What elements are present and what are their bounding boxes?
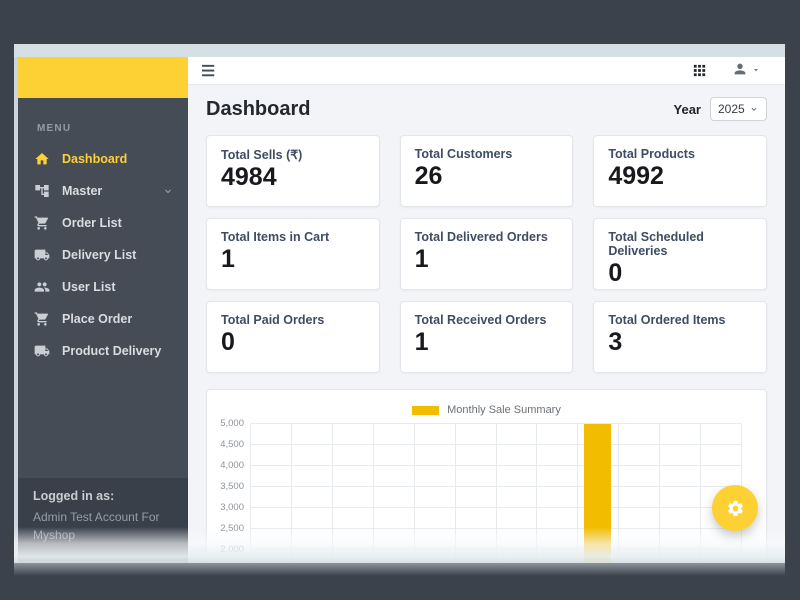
person-icon <box>732 61 748 80</box>
y-axis-tick-label: 3,000 <box>220 502 244 513</box>
app-window: MENU Dashboard Master Order List Deliver… <box>14 44 785 563</box>
apps-grid-icon <box>693 64 706 77</box>
apps-grid-button[interactable] <box>687 58 712 83</box>
y-axis-tick-label: 2,000 <box>220 544 244 555</box>
topbar <box>188 57 785 85</box>
sidebar: MENU Dashboard Master Order List Deliver… <box>18 57 188 563</box>
year-select[interactable]: 2025 <box>710 97 767 121</box>
y-axis-tick-label: 2,500 <box>220 523 244 534</box>
truck-icon <box>33 247 50 264</box>
stat-cards-grid: Total Sells (₹) 4984 Total Customers 26 … <box>206 135 767 373</box>
year-select-value: 2025 <box>718 102 745 116</box>
stat-card-value: 0 <box>608 259 623 287</box>
stat-card-ordered-items: Total Ordered Items 3 <box>593 301 767 373</box>
gridline <box>250 465 741 466</box>
sidebar-item-product-delivery[interactable]: Product Delivery <box>18 335 188 367</box>
stat-card-value: 1 <box>221 245 235 273</box>
stat-card-total-products: Total Products 4992 <box>593 135 767 207</box>
sidebar-item-dashboard[interactable]: Dashboard <box>18 143 188 175</box>
sidebar-item-place-order[interactable]: Place Order <box>18 303 188 335</box>
sidebar-item-order-list[interactable]: Order List <box>18 207 188 239</box>
user-menu-button[interactable] <box>728 57 765 84</box>
hamburger-icon <box>202 64 215 76</box>
chart-legend[interactable]: Monthly Sale Summary <box>207 404 766 416</box>
page-title: Dashboard <box>206 98 311 120</box>
year-label: Year <box>673 101 701 117</box>
stat-card-title: Total Ordered Items <box>608 313 726 327</box>
brand-logo-block[interactable] <box>18 57 188 98</box>
desktop-background: MENU Dashboard Master Order List Deliver… <box>0 0 800 600</box>
stat-card-title: Total Sells (₹) <box>221 148 303 162</box>
y-axis-tick-label: 3,500 <box>220 481 244 492</box>
chevron-down-icon <box>162 185 174 197</box>
truck-icon <box>33 343 50 360</box>
sidebar-item-label: Order List <box>62 216 122 230</box>
stat-card-value: 1 <box>414 245 429 273</box>
stat-card-delivered-orders: Total Delivered Orders 1 <box>399 218 574 290</box>
stat-card-title: Total Items in Cart <box>221 230 330 244</box>
caret-down-icon <box>751 63 761 78</box>
stat-card-scheduled-deliveries: Total Scheduled Deliveries 0 <box>593 218 767 290</box>
stat-card-title: Total Customers <box>414 147 513 161</box>
logged-in-account: Myshop <box>33 528 76 543</box>
stat-card-value: 0 <box>221 328 235 356</box>
stat-card-value: 4984 <box>221 163 277 191</box>
users-icon <box>33 279 50 296</box>
chart-plot-area: 5,000 4,500 4,000 3,500 3,000 2,500 2,000 <box>220 418 742 563</box>
stat-card-title: Total Paid Orders <box>221 313 325 327</box>
chevron-down-icon <box>751 107 757 111</box>
sidebar-item-master[interactable]: Master <box>18 175 188 207</box>
legend-label: Monthly Sale Summary <box>447 404 561 416</box>
stat-card-title: Total Products <box>608 147 695 161</box>
sidebar-item-label: Dashboard <box>62 152 128 166</box>
menu-toggle-button[interactable] <box>197 60 221 82</box>
sidebar-item-label: Master <box>62 184 103 198</box>
y-axis-tick-label: 4,000 <box>220 460 244 471</box>
logged-in-panel: Logged in as: Admin Test Account For Mys… <box>18 477 188 563</box>
gridline <box>250 423 741 424</box>
window-bottom-glow <box>14 561 785 576</box>
menu-section-label: MENU <box>37 123 72 134</box>
sidebar-nav: Dashboard Master Order List Delivery Lis… <box>18 143 188 367</box>
stat-card-title: Total Delivered Orders <box>414 230 548 244</box>
gridline <box>250 507 741 508</box>
stat-card-total-sells: Total Sells (₹) 4984 <box>206 135 380 207</box>
stat-card-title: Total Scheduled Deliveries <box>608 230 704 258</box>
sidebar-item-label: Place Order <box>62 312 133 326</box>
stat-card-paid-orders: Total Paid Orders 0 <box>206 301 380 373</box>
stat-card-value: 1 <box>414 328 429 356</box>
dashboard-content: Dashboard Year 2025 Total Sells (₹) 4984… <box>188 85 785 563</box>
stat-card-total-customers: Total Customers 26 <box>399 135 574 207</box>
stat-card-value: 4992 <box>608 162 664 190</box>
stat-card-value: 26 <box>414 162 443 190</box>
logged-in-label: Logged in as: <box>33 488 115 503</box>
sidebar-item-label: Product Delivery <box>62 344 162 358</box>
sidebar-item-label: User List <box>62 280 116 294</box>
gridline <box>250 444 741 445</box>
window-chrome-strip <box>14 44 785 57</box>
sidebar-item-label: Delivery List <box>62 248 137 262</box>
stat-card-received-orders: Total Received Orders 1 <box>399 301 574 373</box>
cart-icon <box>33 215 50 232</box>
stat-card-value: 3 <box>608 328 623 356</box>
sidebar-item-user-list[interactable]: User List <box>18 271 188 303</box>
stat-card-items-in-cart: Total Items in Cart 1 <box>206 218 380 290</box>
gridline <box>250 528 741 529</box>
stat-card-title: Total Received Orders <box>414 313 547 327</box>
home-icon <box>33 151 50 168</box>
sitemap-icon <box>33 183 50 200</box>
y-axis-tick-label: 5,000 <box>220 418 244 429</box>
sidebar-item-delivery-list[interactable]: Delivery List <box>18 239 188 271</box>
chart-bar[interactable] <box>584 423 611 563</box>
gridline <box>250 549 741 550</box>
legend-swatch <box>412 405 440 415</box>
monthly-sale-chart-card: Monthly Sale Summary 5,000 4,500 4,000 3,50… <box>206 389 767 563</box>
settings-fab-button[interactable] <box>712 485 758 531</box>
cart-icon <box>33 311 50 328</box>
logged-in-account: Admin Test Account For <box>33 509 160 524</box>
gear-icon <box>727 500 743 516</box>
y-axis-tick-label: 4,500 <box>220 439 244 450</box>
gridline <box>250 486 741 487</box>
